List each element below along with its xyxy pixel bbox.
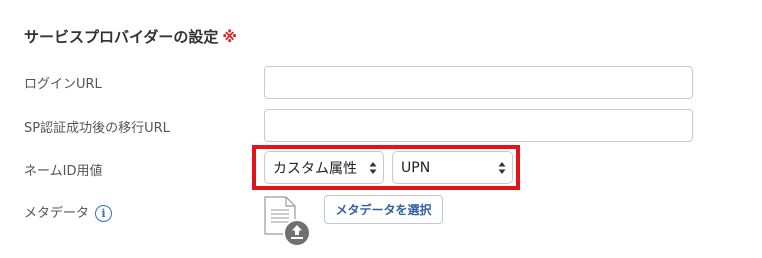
- name-id-label: ネームID用値: [24, 164, 103, 179]
- file-upload-icon[interactable]: [264, 196, 312, 248]
- login-url-label: ログインURL: [24, 77, 102, 92]
- upload-icon: [283, 219, 311, 247]
- section-title: サービスプロバイダーの設定 ※: [24, 26, 237, 47]
- section-title-text: サービスプロバイダーの設定: [24, 28, 219, 46]
- metadata-label-row: メタデータ i: [24, 202, 113, 222]
- redirect-url-label: SP認証成功後の移行URL: [24, 121, 170, 136]
- select-arrows-icon: [367, 161, 379, 175]
- required-mark: ※: [222, 28, 237, 46]
- name-id-value-select[interactable]: UPN: [392, 151, 513, 184]
- info-icon[interactable]: i: [95, 205, 113, 222]
- name-id-attribute-select[interactable]: カスタム属性: [264, 151, 384, 184]
- login-url-input[interactable]: [264, 66, 693, 99]
- name-id-attribute-select-value: カスタム属性: [273, 160, 357, 177]
- metadata-label: メタデータ: [24, 206, 90, 221]
- name-id-value-select-value: UPN: [401, 159, 431, 176]
- redirect-url-input[interactable]: [264, 109, 693, 142]
- select-metadata-button[interactable]: メタデータを選択: [324, 195, 443, 224]
- select-arrows-icon: [496, 161, 508, 175]
